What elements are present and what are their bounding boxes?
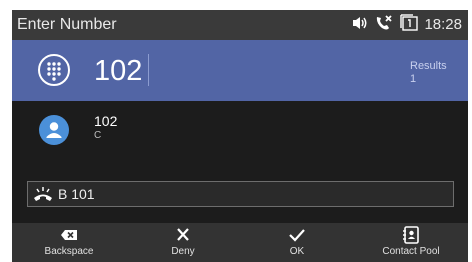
status-bar: Enter Number 18:28 (12, 10, 468, 40)
contact-avatar-icon (39, 115, 69, 145)
speaker-icon (351, 15, 369, 36)
number-input[interactable]: 102 (94, 53, 142, 89)
check-icon (287, 226, 307, 244)
backspace-label: Backspace (44, 246, 94, 257)
screen-title: Enter Number (17, 16, 117, 33)
call-log-icon (399, 13, 419, 37)
phone-screen: Enter Number 18:28 102 Results 1 102 C B… (12, 10, 468, 262)
clock: 18:28 (424, 16, 462, 33)
contact-pool-button[interactable]: Contact Pool (354, 223, 468, 262)
backspace-button[interactable]: Backspace (12, 223, 126, 262)
address-book-icon (401, 226, 421, 244)
line-label: B 101 (58, 186, 95, 202)
text-caret (148, 54, 149, 86)
search-result-item[interactable]: 102 C (12, 101, 468, 159)
status-icons: 18:28 (351, 13, 462, 37)
contact-number: 102 (94, 113, 118, 129)
deny-button[interactable]: Deny (126, 223, 240, 262)
number-entry-bar: 102 Results 1 (12, 40, 468, 101)
line-selector[interactable]: B 101 (27, 181, 454, 207)
missed-call-icon (374, 14, 394, 37)
softkey-bar: Backspace Deny OK Contact Pool (12, 223, 468, 262)
contact-pool-label: Contact Pool (382, 246, 440, 257)
results-count: 1 (410, 73, 417, 85)
close-icon (173, 226, 193, 244)
handset-icon (32, 185, 54, 203)
backspace-icon (59, 226, 79, 244)
ok-label: OK (289, 246, 305, 257)
dialpad-icon[interactable] (37, 53, 71, 87)
results-label: Results (410, 60, 447, 72)
contact-name: C (94, 130, 102, 141)
deny-label: Deny (171, 246, 195, 257)
ok-button[interactable]: OK (240, 223, 354, 262)
